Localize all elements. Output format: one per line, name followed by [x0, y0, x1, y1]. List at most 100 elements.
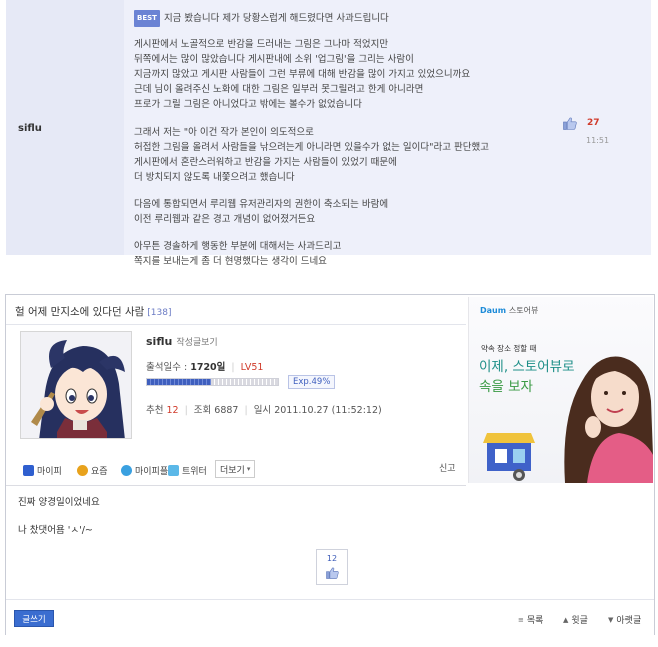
author-posts-link[interactable]: 작성글보기	[176, 338, 217, 348]
recommend-value: 12	[166, 405, 179, 416]
ad-copy: 이제, 스토어뷰로 속을 보자	[479, 357, 575, 397]
comment-line-text: 지금 봤습니다 제가 당황스럽게 해드렸다면 사과드립니다	[163, 13, 389, 24]
divider	[6, 485, 466, 486]
post-stats-row: 추천 12 | 조회 6887 | 일시 2011.10.27 (11:52:12)	[146, 405, 382, 416]
write-button[interactable]: 글쓰기	[14, 610, 54, 627]
comment-line-text: 다음에 통합되면서 루리웹 유저관리자의 권한이 축소되는 바람에	[134, 198, 389, 210]
post-panel: 헐 어제 만지소에 있다던 사람 [138] siflu 작성글보기 출석일수 :	[5, 294, 655, 635]
attendance-row: 출석일수 : 1720일 | LV51	[146, 362, 264, 373]
recommend-button[interactable]: 12	[316, 549, 348, 585]
comment-author-column: siflu	[6, 0, 124, 255]
share-yozm-button[interactable]: 요즘	[77, 462, 108, 478]
post-comment-count[interactable]: [138]	[147, 308, 171, 318]
thumbs-up-icon	[326, 567, 339, 579]
attendance-value: 1720일	[190, 362, 226, 373]
avatar-image	[21, 332, 131, 438]
twitter-icon	[168, 464, 179, 476]
chevron-down-icon: ▾	[246, 465, 251, 473]
comment-time: 11:51	[586, 136, 610, 145]
ad-banner[interactable]: Daum 스토어뷰 약속 장소 정할 때 이제, 스토어뷰로 속을 보자	[468, 297, 653, 483]
post-footer: 글쓰기 ≡ 목록 ▲ 윗글 ▼ 아랫글	[6, 599, 654, 635]
prev-post-button[interactable]: ▲ 윗글	[563, 613, 588, 627]
arrow-down-icon: ▼	[608, 615, 614, 624]
best-comment: siflu BEST 지금 봤습니다 제가 당황스럽게 해드렸다면 사과드립니다게…	[6, 0, 651, 267]
next-post-button[interactable]: ▼ 아랫글	[608, 613, 642, 627]
next-post-label: 아랫글	[616, 616, 642, 626]
comment-line: 아무튼 경솔하게 행동한 부분에 대해서는 사과드리고	[134, 239, 554, 254]
list-label: 목록	[526, 616, 544, 626]
post-body: 진짜 양경일이었네요 나 찼댓어욤 'ㅅ'/~	[18, 496, 100, 552]
comment-line-text: 근데 님이 올려주신 노화에 대한 그림은 일부러 못그릴려고 한게 아니라면	[134, 84, 424, 96]
share-mypi-label: 마이피	[37, 466, 62, 477]
comment-line: 더 방치되지 않도록 내쫓으려고 했습니다	[134, 170, 554, 185]
recommend-count: 12	[326, 554, 338, 563]
exp-progress-fill	[147, 379, 212, 385]
comment-line-text: 이전 루리웹과 같은 경고 개념이 없어졌거든요	[134, 214, 316, 226]
comment-line: 그래서 저는 "아 이건 작가 본인이 의도적으로	[134, 125, 554, 140]
prev-post-label: 윗글	[571, 616, 588, 626]
share-yozm-label: 요즘	[91, 466, 108, 477]
exp-label: Exp.49%	[288, 375, 336, 389]
avatar[interactable]	[20, 331, 132, 439]
comment-line-text: 게시판에서 혼란스러워하고 반감을 가지는 사람들이 있었기 때문에	[134, 156, 397, 168]
date-value: 2011.10.27 (11:52:12)	[274, 405, 382, 416]
best-badge: BEST	[134, 10, 160, 28]
comment-line: 쪽지를 보내는게 좀 더 현명했다는 생각이 드네요	[134, 254, 554, 269]
recommend-label: 추천	[146, 405, 164, 416]
arrow-up-icon: ▲	[563, 615, 569, 624]
comment-line: 이전 루리웹과 같은 경고 개념이 없어졌거든요	[134, 212, 554, 227]
comment-line-text: 프로가 그릴 그림은 아니었다고 밖에는 볼수가 없었습니다	[134, 99, 362, 111]
comment-spacer	[134, 227, 554, 239]
comment-line-text: 쪽지를 보내는게 좀 더 현명했다는 생각이 드네요	[134, 256, 327, 268]
comment-line: 게시판에서 노골적으로 반감을 드러내는 그림은 그나마 적었지만	[134, 37, 554, 52]
views-label: 조회	[193, 405, 212, 416]
comment-vote-count: 27	[587, 118, 600, 128]
comment-line: BEST 지금 봤습니다 제가 당황스럽게 해드렸다면 사과드립니다	[134, 10, 554, 28]
post-body-line: 진짜 양경일이었네요	[18, 497, 100, 508]
comment-line: 지금까지 많았고 게시판 사람들이 그런 부류에 대해 반감을 많이 가지고 있…	[134, 67, 554, 82]
level-badge: LV51	[240, 362, 264, 373]
list-button[interactable]: ≡ 목록	[518, 613, 544, 627]
comment-line-text: 그래서 저는 "아 이건 작가 본인이 의도적으로	[134, 126, 314, 138]
attendance-label: 출석일수 :	[146, 362, 188, 373]
ad-copy-line: 속을 보자	[479, 379, 533, 395]
share-mypeople-button[interactable]: 마이피플	[121, 462, 168, 478]
comment-spacer	[134, 113, 554, 125]
comment-line-text: 게시판에서 노골적으로 반감을 드러내는 그림은 그나마 적었지만	[134, 39, 389, 51]
share-twitter-label: 트위터	[182, 466, 207, 477]
comment-line: 프로가 그릴 그림은 아니었다고 밖에는 볼수가 없었습니다	[134, 97, 554, 112]
report-button[interactable]: 신고	[439, 461, 456, 474]
list-icon: ≡	[518, 615, 524, 624]
comment-line-text: 더 방치되지 않도록 내쫓으려고 했습니다	[134, 171, 295, 183]
comment-line-text: 지금까지 많았고 게시판 사람들이 그런 부류에 대해 반감을 많이 가지고 있…	[134, 69, 471, 81]
comment-spacer	[134, 185, 554, 197]
comment-line: 허접한 그림을 올려서 사람들을 낚으려는게 아니라면 있을수가 없는 일이다"…	[134, 140, 554, 155]
comment-line-text: 허접한 그림을 올려서 사람들을 낚으려는게 아니라면 있을수가 없는 일이다"…	[134, 141, 489, 153]
comment-line-text: 아무튼 경솔하게 행동한 부분에 대해서는 사과드리고	[134, 241, 342, 253]
more-label: 더보기	[220, 465, 245, 476]
post-title-bar: 헐 어제 만지소에 있다던 사람 [138]	[6, 295, 466, 325]
comment-spacer	[134, 25, 554, 37]
comment-line: 게시판에서 혼란스러워하고 반감을 가지는 사람들이 있었기 때문에	[134, 155, 554, 170]
author-info: siflu 작성글보기 출석일수 : 1720일 | LV51 Exp.49% 추천 1…	[146, 335, 466, 416]
comment-vote: 27 11:51	[559, 114, 649, 150]
post-title: 헐 어제 만지소에 있다던 사람	[15, 306, 145, 318]
share-bar: 마이피 요즘 마이피플 트위터 더보기 ▾	[15, 459, 465, 481]
post-author[interactable]: siflu	[146, 335, 172, 348]
more-button[interactable]: 더보기 ▾	[215, 460, 256, 478]
comment-author[interactable]: siflu	[18, 123, 42, 134]
thumbs-up-icon[interactable]	[563, 117, 577, 130]
ad-brand: Daum 스토어뷰	[480, 306, 539, 315]
ad-subline: 약속 장소 정할 때	[481, 344, 537, 353]
post-body-line: 나 찼댓어욤 'ㅅ'/~	[18, 525, 93, 536]
mypi-icon	[23, 464, 34, 476]
mypeople-icon	[121, 464, 132, 476]
exp-progress-bar	[146, 378, 279, 386]
share-mypi-button[interactable]: 마이피	[23, 462, 62, 478]
date-label: 일시	[253, 405, 272, 416]
share-twitter-button[interactable]: 트위터	[168, 462, 207, 478]
comment-line: 뒤쪽에서는 많이 많았습니다 게시판내에 소위 '업그림'을 그리는 사람이	[134, 52, 554, 67]
comment-body: BEST 지금 봤습니다 제가 당황스럽게 해드렸다면 사과드립니다게시판에서 노…	[134, 10, 554, 269]
comment-line: 다음에 통합되면서 루리웹 유저관리자의 권한이 축소되는 바람에	[134, 197, 554, 212]
yozm-icon	[77, 464, 88, 476]
